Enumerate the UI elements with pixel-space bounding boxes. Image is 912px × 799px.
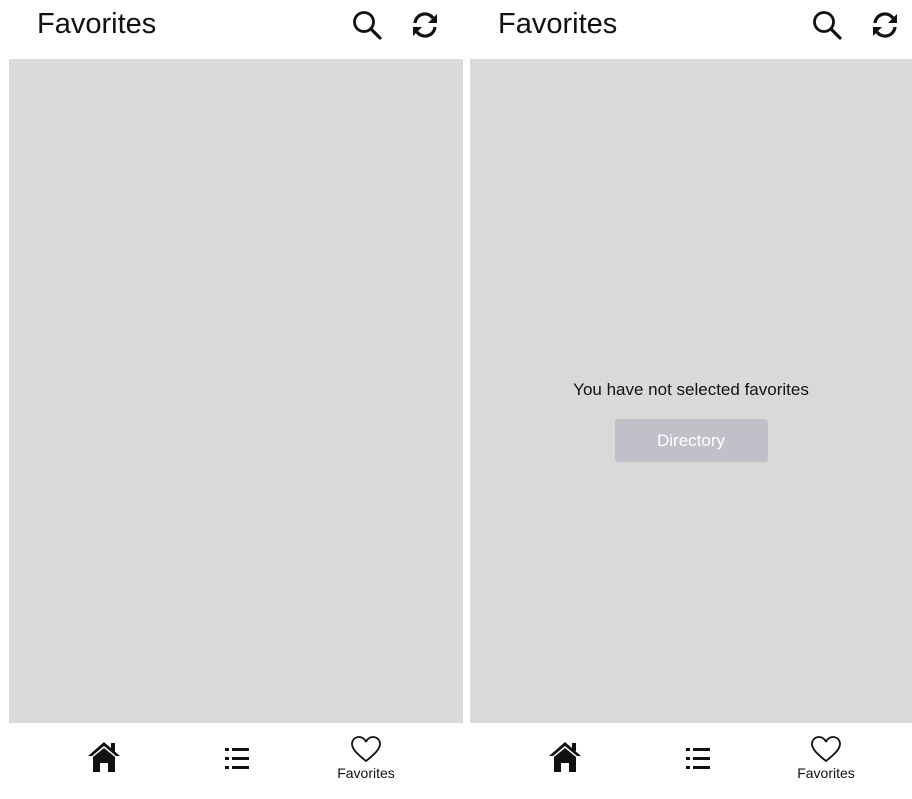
nav-favorites-label: Favorites <box>337 765 395 781</box>
search-button[interactable] <box>810 8 844 42</box>
nav-home[interactable] <box>547 739 583 779</box>
nav-directory[interactable] <box>220 745 254 775</box>
favorites-content: You have not selected favorites Director… <box>470 59 912 723</box>
search-button[interactable] <box>350 8 384 42</box>
page-title: Favorites <box>498 8 618 40</box>
favorites-content <box>9 59 463 723</box>
favorites-screen-empty: Favorites You have not selected favorite… <box>470 0 912 787</box>
refresh-button[interactable] <box>868 8 902 42</box>
list-icon <box>225 748 249 769</box>
empty-message: You have not selected favorites <box>573 380 809 399</box>
directory-button[interactable]: Directory <box>614 419 768 462</box>
favorites-screen-loading: Favorites Favorites <box>0 0 464 787</box>
refresh-icon <box>873 12 897 38</box>
refresh-icon <box>413 12 437 38</box>
search-icon <box>813 11 842 40</box>
nav-favorites[interactable]: Favorites <box>786 735 866 799</box>
nav-home[interactable] <box>86 739 122 779</box>
app-header: Favorites <box>0 0 464 59</box>
list-icon <box>686 748 710 769</box>
home-icon <box>549 742 581 772</box>
empty-state: You have not selected favorites Director… <box>470 379 912 462</box>
search-icon <box>353 11 382 40</box>
bottom-nav: Favorites <box>0 723 464 787</box>
refresh-button[interactable] <box>408 8 442 42</box>
home-icon <box>88 742 120 772</box>
bottom-nav: Favorites <box>470 723 912 787</box>
app-header: Favorites <box>470 0 912 59</box>
nav-favorites[interactable]: Favorites <box>326 735 406 799</box>
heart-icon <box>351 736 381 762</box>
page-title: Favorites <box>37 8 157 40</box>
nav-directory[interactable] <box>681 745 715 775</box>
heart-icon <box>811 736 841 762</box>
nav-favorites-label: Favorites <box>797 765 855 781</box>
